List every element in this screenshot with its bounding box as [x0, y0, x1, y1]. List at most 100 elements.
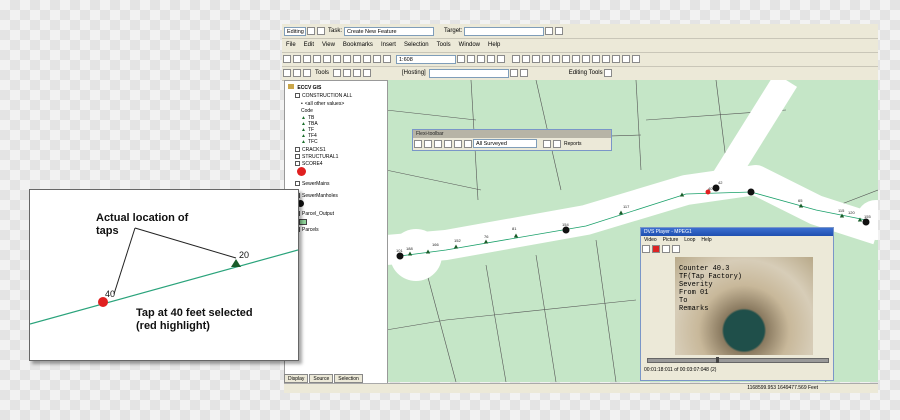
grid-icon[interactable]: [464, 139, 472, 148]
filter-icon[interactable]: [454, 139, 462, 148]
menu-bookmarks[interactable]: Bookmarks: [343, 42, 373, 48]
stop-icon[interactable]: [652, 245, 660, 253]
catalog-icon[interactable]: [467, 55, 475, 63]
text-icon[interactable]: [343, 69, 352, 77]
toc-item-parcel-output[interactable]: Parcel_Output: [295, 211, 334, 217]
tab-source[interactable]: Source: [309, 374, 334, 383]
tools-menu[interactable]: Tools: [315, 70, 329, 76]
survey-dropdown[interactable]: All Surveyed: [473, 139, 537, 148]
help-icon[interactable]: [497, 55, 505, 63]
checkbox-icon[interactable]: [295, 93, 300, 99]
new-icon[interactable]: [283, 55, 291, 63]
manhole-marker[interactable]: [747, 188, 755, 196]
undo-icon[interactable]: [363, 55, 371, 63]
pointer-icon[interactable]: [414, 139, 422, 148]
checkbox-icon[interactable]: [295, 181, 300, 187]
seek-bar[interactable]: [647, 357, 829, 363]
draw-icon[interactable]: [333, 69, 342, 77]
rewind-icon[interactable]: [662, 245, 670, 253]
menu-view[interactable]: View: [322, 42, 335, 48]
edit-tool-icon[interactable]: [307, 27, 315, 35]
editor-menu[interactable]: Editing: [284, 26, 306, 36]
tab-selection[interactable]: Selection: [334, 374, 363, 383]
task-dropdown[interactable]: Create New Feature: [344, 26, 435, 36]
layout-icon[interactable]: [283, 69, 291, 77]
zoom-out-icon[interactable]: [522, 55, 530, 63]
hosting-dropdown[interactable]: [428, 68, 509, 78]
identify-icon[interactable]: [602, 55, 610, 63]
split-icon[interactable]: [545, 27, 554, 35]
menu-window[interactable]: Window: [459, 42, 480, 48]
full-extent-icon[interactable]: [562, 55, 570, 63]
report-doc-icon[interactable]: [553, 139, 561, 148]
fixed-zoom-in-icon[interactable]: [532, 55, 540, 63]
manhole-marker[interactable]: [712, 184, 720, 192]
save-icon[interactable]: [303, 55, 311, 63]
fixed-zoom-out-icon[interactable]: [542, 55, 550, 63]
doc-icon[interactable]: [424, 139, 432, 148]
reports-menu[interactable]: Reports: [564, 141, 582, 147]
toc-item-code[interactable]: Code: [301, 108, 313, 114]
hyperlink-icon[interactable]: [632, 55, 640, 63]
fastforward-icon[interactable]: [672, 245, 680, 253]
checkbox-icon[interactable]: [295, 154, 300, 160]
toc-item-structural1[interactable]: STRUCTURAL1: [295, 154, 338, 160]
chart-icon[interactable]: [444, 139, 452, 148]
editing-tools-menu[interactable]: Editing Tools: [569, 70, 603, 76]
menu-selection[interactable]: Selection: [404, 42, 429, 48]
color-icon[interactable]: [353, 69, 362, 77]
zoom-in-icon[interactable]: [512, 55, 520, 63]
flag-icon[interactable]: [434, 139, 442, 148]
seek-handle[interactable]: [716, 357, 720, 363]
manhole-marker[interactable]: [862, 218, 870, 226]
checkbox-icon[interactable]: [295, 147, 300, 153]
redo-icon[interactable]: [373, 55, 381, 63]
report-icon[interactable]: [519, 69, 528, 77]
sketch-tool-icon[interactable]: [317, 27, 325, 35]
layer-icon[interactable]: [509, 69, 518, 77]
graph-icon[interactable]: [363, 69, 372, 77]
pan-icon[interactable]: [552, 55, 560, 63]
menu-file[interactable]: File: [286, 42, 296, 48]
toc-item-all-other-values[interactable]: • <all other values>: [301, 101, 344, 107]
cut-icon[interactable]: [323, 55, 331, 63]
play-icon[interactable]: [642, 245, 650, 253]
menu-tools[interactable]: Tools: [437, 42, 451, 48]
manhole-marker[interactable]: [396, 252, 404, 260]
editor-icon[interactable]: [457, 55, 465, 63]
player-menu-help[interactable]: Help: [701, 236, 711, 244]
menu-edit[interactable]: Edit: [304, 42, 314, 48]
cmd-icon[interactable]: [487, 55, 495, 63]
toc-item-cracks1[interactable]: CRACKS1: [295, 147, 326, 153]
forward-icon[interactable]: [582, 55, 590, 63]
toc-item-sewermanholes[interactable]: SewerManholes: [295, 193, 338, 199]
rotate-icon[interactable]: [555, 27, 564, 35]
toolbox-icon[interactable]: [477, 55, 485, 63]
player-menu-picture[interactable]: Picture: [663, 236, 679, 244]
tap-marker-20[interactable]: [231, 259, 241, 267]
measure-icon[interactable]: [622, 55, 630, 63]
manhole-marker[interactable]: [562, 226, 570, 234]
checkbox-icon[interactable]: [295, 161, 300, 167]
target-dropdown[interactable]: [464, 26, 545, 36]
paste-icon[interactable]: [343, 55, 351, 63]
menu-help[interactable]: Help: [488, 42, 500, 48]
print-icon[interactable]: [313, 55, 321, 63]
tab-display[interactable]: Display: [284, 374, 309, 383]
copy-icon[interactable]: [333, 55, 341, 63]
scale-dropdown[interactable]: 1:608: [396, 54, 456, 64]
menu-insert[interactable]: Insert: [381, 42, 396, 48]
find-icon[interactable]: [612, 55, 620, 63]
pencil-icon[interactable]: [603, 69, 612, 77]
toc-item-sewermains[interactable]: SewerMains: [295, 181, 330, 187]
player-menu-loop[interactable]: Loop: [684, 236, 695, 244]
back-icon[interactable]: [572, 55, 580, 63]
refresh-icon[interactable]: [303, 69, 311, 77]
table-icon[interactable]: [293, 69, 301, 77]
player-menu-video[interactable]: Video: [644, 236, 657, 244]
select-icon[interactable]: [592, 55, 600, 63]
add-data-icon[interactable]: [383, 55, 391, 63]
delete-icon[interactable]: [353, 55, 361, 63]
toc-item-construction-all[interactable]: CONSTRUCTION ALL: [295, 93, 352, 99]
open-icon[interactable]: [293, 55, 301, 63]
